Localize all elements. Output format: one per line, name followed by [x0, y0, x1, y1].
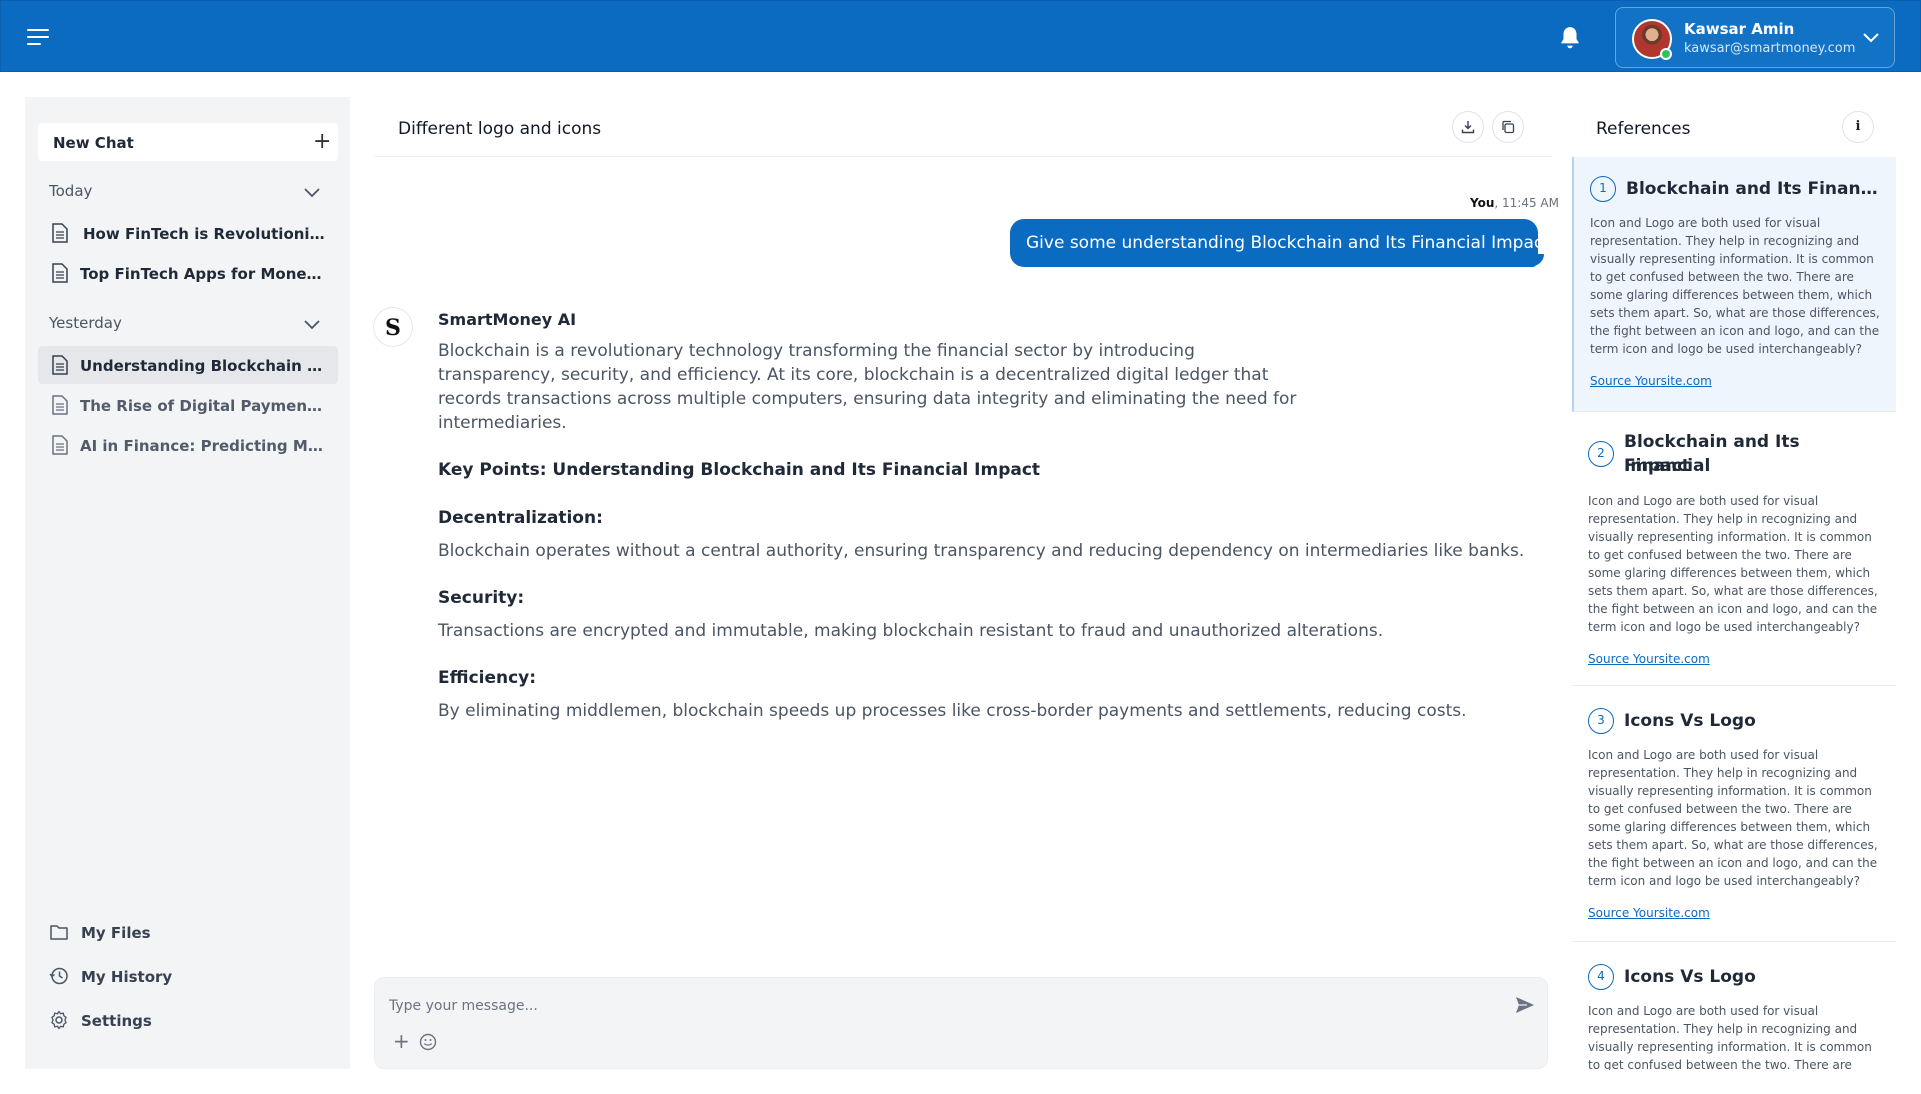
- gear-icon: [51, 1010, 67, 1030]
- my-history-label: My History: [81, 968, 173, 986]
- reference-source-link[interactable]: Source Yoursite.com: [1590, 374, 1712, 388]
- chat-header: Different logo and icons: [374, 97, 1552, 157]
- history-item-label: How FinTech is Revolutionizing B...: [83, 225, 328, 243]
- point-heading: Security:: [438, 588, 525, 608]
- reference-title: Icons Vs Logo: [1624, 711, 1756, 731]
- emoji-icon[interactable]: [419, 1033, 437, 1051]
- ai-name: SmartMoney AI: [438, 310, 577, 329]
- reference-body: Icon and Logo are both used for visual re…: [1588, 494, 1878, 634]
- reference-title: Blockchain and Its Financial I...: [1626, 179, 1886, 199]
- reference-body: Icon and Logo are both used for visual re…: [1590, 216, 1880, 356]
- ai-intro-line: records transactions across multiple com…: [438, 389, 1297, 409]
- document-icon: [52, 395, 68, 415]
- sender-name: You: [1470, 196, 1495, 210]
- reference-body: Icon and Logo are both used for visual re…: [1588, 748, 1878, 888]
- reference-card[interactable]: 4 Icons Vs Logo Icon and Logo are both u…: [1572, 942, 1896, 1094]
- chat-title: Different logo and icons: [398, 119, 602, 139]
- document-icon: [52, 355, 68, 375]
- point-text: By eliminating middlemen, blockchain spe…: [438, 701, 1467, 721]
- history-item[interactable]: AI in Finance: Predicting Market T...: [38, 426, 338, 464]
- smartmoney-logo-icon: S: [373, 307, 413, 347]
- message-composer: +: [374, 977, 1548, 1069]
- user-email: kawsar@smartmoney.com: [1684, 41, 1856, 56]
- point-text: Transactions are encrypted and immutable…: [438, 621, 1384, 641]
- history-item-active[interactable]: Understanding Blockchain and It...: [38, 346, 338, 384]
- download-button[interactable]: [1452, 111, 1484, 143]
- point-heading: Efficiency:: [438, 668, 537, 688]
- group-yesterday-header[interactable]: Yesterday: [49, 314, 122, 332]
- message-time: , 11:45 AM: [1494, 196, 1559, 210]
- reference-source-link[interactable]: Source Yoursite.com: [1588, 906, 1710, 920]
- group-today-header[interactable]: Today: [49, 182, 92, 200]
- reference-body: Icon and Logo are both used for visual re…: [1588, 1004, 1872, 1070]
- menu-icon[interactable]: [27, 29, 49, 45]
- download-icon: [1461, 121, 1475, 134]
- send-icon[interactable]: [1515, 996, 1535, 1014]
- plus-icon: +: [313, 129, 332, 154]
- history-item[interactable]: How FinTech is Revolutionizing B...: [38, 214, 338, 252]
- history-item-label: Understanding Blockchain and It...: [80, 357, 325, 375]
- key-points-heading: Key Points: Understanding Blockchain and…: [438, 460, 1041, 480]
- history-item-label: Top FinTech Apps for Money Man...: [80, 265, 325, 283]
- settings-label: Settings: [81, 1012, 152, 1030]
- document-icon: [52, 263, 68, 283]
- history-icon: [49, 967, 68, 985]
- point-text: Blockchain operates without a central au…: [438, 541, 1525, 561]
- message-input[interactable]: [389, 992, 1489, 1020]
- sidebar: New Chat + Today How FinTech is Revoluti…: [25, 97, 350, 1069]
- history-item-label: AI in Finance: Predicting Market T...: [80, 437, 325, 455]
- document-icon: [52, 435, 68, 455]
- reference-number: 3: [1588, 708, 1614, 734]
- history-item[interactable]: Top FinTech Apps for Money Man...: [38, 254, 338, 292]
- chevron-down-icon[interactable]: [304, 320, 320, 330]
- reference-source-link[interactable]: Source Yoursite.com: [1588, 652, 1710, 666]
- new-chat-button[interactable]: New Chat +: [38, 123, 338, 161]
- attach-plus-icon[interactable]: +: [393, 1031, 410, 1051]
- info-icon[interactable]: i: [1842, 111, 1874, 143]
- references-title: References: [1596, 119, 1691, 139]
- reference-card[interactable]: 1 Blockchain and Its Financial I... Icon…: [1572, 157, 1896, 412]
- reference-number: 1: [1590, 176, 1616, 202]
- user-menu[interactable]: Kawsar Amin kawsar@smartmoney.com: [1615, 7, 1895, 68]
- reference-number: 2: [1588, 441, 1614, 467]
- ai-intro-line: intermediaries.: [438, 413, 567, 433]
- copy-icon: [1502, 120, 1515, 134]
- online-status-dot: [1660, 48, 1672, 60]
- references-panel: References i 1 Blockchain and Its Financ…: [1572, 97, 1896, 1094]
- bell-icon[interactable]: [1557, 25, 1583, 51]
- chevron-down-icon[interactable]: [304, 188, 320, 198]
- reference-card[interactable]: 2 Blockchain and Its Financial Impact Ic…: [1572, 412, 1896, 686]
- copy-button[interactable]: [1492, 111, 1524, 143]
- user-message-meta: You, 11:45 AM: [1470, 196, 1559, 210]
- user-name: Kawsar Amin: [1684, 20, 1795, 38]
- point-heading: Decentralization:: [438, 508, 603, 528]
- ai-intro-line: Blockchain is a revolutionary technology…: [438, 341, 1195, 361]
- new-chat-label: New Chat: [53, 134, 134, 152]
- reference-title-line2: Impact: [1624, 456, 1690, 476]
- my-files-label: My Files: [81, 924, 151, 942]
- ai-intro-line: transparency, security, and efficiency. …: [438, 365, 1269, 385]
- reference-card[interactable]: 3 Icons Vs Logo Icon and Logo are both u…: [1572, 686, 1896, 942]
- user-message-bubble: Give some understanding Blockchain and I…: [1010, 219, 1550, 267]
- reference-number: 4: [1588, 964, 1614, 990]
- chevron-down-icon[interactable]: [1862, 32, 1880, 44]
- top-bar: Kawsar Amin kawsar@smartmoney.com: [0, 0, 1921, 72]
- reference-title: Icons Vs Logo: [1624, 967, 1756, 987]
- history-item-label: The Rise of Digital Payments and...: [80, 397, 325, 415]
- history-item[interactable]: The Rise of Digital Payments and...: [38, 386, 338, 424]
- document-icon: [52, 223, 68, 243]
- folder-icon: [50, 925, 68, 940]
